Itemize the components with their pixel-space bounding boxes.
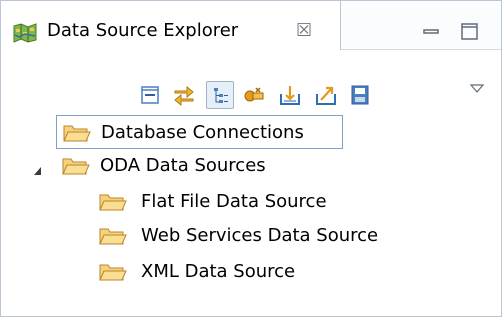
- tree-item[interactable]: Web Services Data Source: [99, 219, 439, 253]
- folder-icon: [99, 191, 127, 213]
- connect-icon[interactable]: [240, 81, 268, 109]
- link-with-editor-icon[interactable]: [170, 81, 198, 109]
- minimize-icon[interactable]: [421, 21, 443, 43]
- data-source-explorer-view: Data Source Explorer ☒ Database Connecti…: [0, 0, 502, 317]
- folder-icon: [62, 155, 90, 177]
- tree-item-label: XML Data Source: [141, 261, 296, 282]
- tab-title: Data Source Explorer: [47, 20, 239, 41]
- tree-item-label: Web Services Data Source: [141, 225, 379, 246]
- folder-icon: [99, 225, 127, 247]
- show-category-icon[interactable]: [206, 81, 234, 109]
- collapse-all-icon[interactable]: [136, 81, 164, 109]
- maximize-icon[interactable]: [459, 21, 481, 43]
- save-icon[interactable]: [346, 81, 374, 109]
- tree-item[interactable]: Database Connections: [56, 115, 343, 149]
- view-tab-strip: Data Source Explorer ☒: [1, 1, 501, 50]
- tree-item-label: Flat File Data Source: [141, 191, 327, 212]
- export-icon[interactable]: [312, 81, 340, 109]
- view-menu-icon[interactable]: [469, 81, 485, 95]
- tree-item[interactable]: Flat File Data Source: [99, 185, 399, 219]
- folder-icon: [99, 261, 127, 283]
- expanded-arrow-icon[interactable]: [33, 161, 43, 175]
- import-icon[interactable]: [276, 81, 304, 109]
- tab-close-icon[interactable]: ☒: [296, 20, 312, 42]
- folder-icon: [63, 122, 91, 144]
- tree-item[interactable]: ODA Data Sources: [31, 149, 351, 183]
- tree-item[interactable]: XML Data Source: [99, 255, 359, 289]
- tab-data-source-explorer[interactable]: Data Source Explorer ☒: [1, 1, 341, 50]
- tree-item-label: ODA Data Sources: [100, 155, 266, 176]
- data-source-explorer-icon: [13, 23, 39, 43]
- tree-item-label: Database Connections: [101, 122, 304, 143]
